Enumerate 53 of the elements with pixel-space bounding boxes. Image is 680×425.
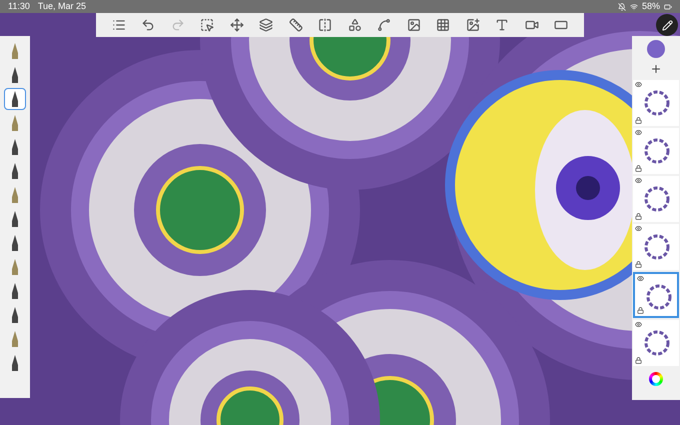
eye-icon[interactable] xyxy=(635,129,642,136)
layer-preview-drawing xyxy=(643,137,671,165)
color-wheel-icon[interactable] xyxy=(649,372,663,386)
layer-thumbnail[interactable] xyxy=(633,176,679,222)
battery-icon xyxy=(664,2,672,10)
plus-icon xyxy=(650,63,662,75)
lock-icon[interactable] xyxy=(635,357,642,364)
layer-preview-drawing xyxy=(643,89,671,117)
brush-icon xyxy=(11,187,19,203)
lock-icon[interactable] xyxy=(637,307,644,314)
lock-icon[interactable] xyxy=(635,165,642,172)
eye-icon[interactable] xyxy=(635,321,642,328)
color-swatch[interactable] xyxy=(647,40,665,58)
brush-icon xyxy=(11,43,19,59)
layer-preview-drawing xyxy=(643,185,671,213)
lock-icon[interactable] xyxy=(635,261,642,268)
selection-icon[interactable] xyxy=(198,16,216,34)
layer-preview-drawing xyxy=(643,329,671,357)
brush-icon xyxy=(11,211,19,227)
wifi-icon xyxy=(630,2,638,10)
eye-icon[interactable] xyxy=(635,177,642,184)
layer-thumbnail[interactable] xyxy=(633,224,679,270)
brush-icon xyxy=(11,91,19,107)
brush-icon xyxy=(11,139,19,155)
layer-thumbnail[interactable] xyxy=(633,320,679,366)
layer-thumbnail[interactable] xyxy=(633,128,679,174)
move-icon[interactable] xyxy=(228,16,246,34)
lock-icon[interactable] xyxy=(635,117,642,124)
brush-icon xyxy=(11,67,19,83)
brush-icon xyxy=(11,259,19,275)
brush-icon xyxy=(11,283,19,299)
lock-icon[interactable] xyxy=(635,213,642,220)
brush-icon xyxy=(11,235,19,251)
eye-icon[interactable] xyxy=(635,81,642,88)
brush-icon xyxy=(11,115,19,131)
layer-thumbnail[interactable] xyxy=(633,272,679,318)
layers-icon[interactable] xyxy=(257,16,276,34)
brush-item[interactable] xyxy=(4,88,26,110)
mute-icon xyxy=(618,2,626,10)
brush-icon xyxy=(11,355,19,371)
brush-icon xyxy=(11,307,19,323)
status-date: Tue, Mar 25 xyxy=(38,0,86,13)
brush-icon xyxy=(11,331,19,347)
ruler-icon[interactable] xyxy=(286,16,305,34)
layer-preview-drawing xyxy=(643,233,671,261)
eye-icon[interactable] xyxy=(637,275,644,282)
brush-icon xyxy=(11,163,19,179)
eye-icon[interactable] xyxy=(635,225,642,232)
battery-level: 58% xyxy=(642,0,660,13)
layer-preview-drawing xyxy=(645,283,673,311)
pencil-icon xyxy=(662,20,672,30)
layer-thumbnail[interactable] xyxy=(633,80,679,126)
status-time: 11:30 xyxy=(8,0,30,13)
